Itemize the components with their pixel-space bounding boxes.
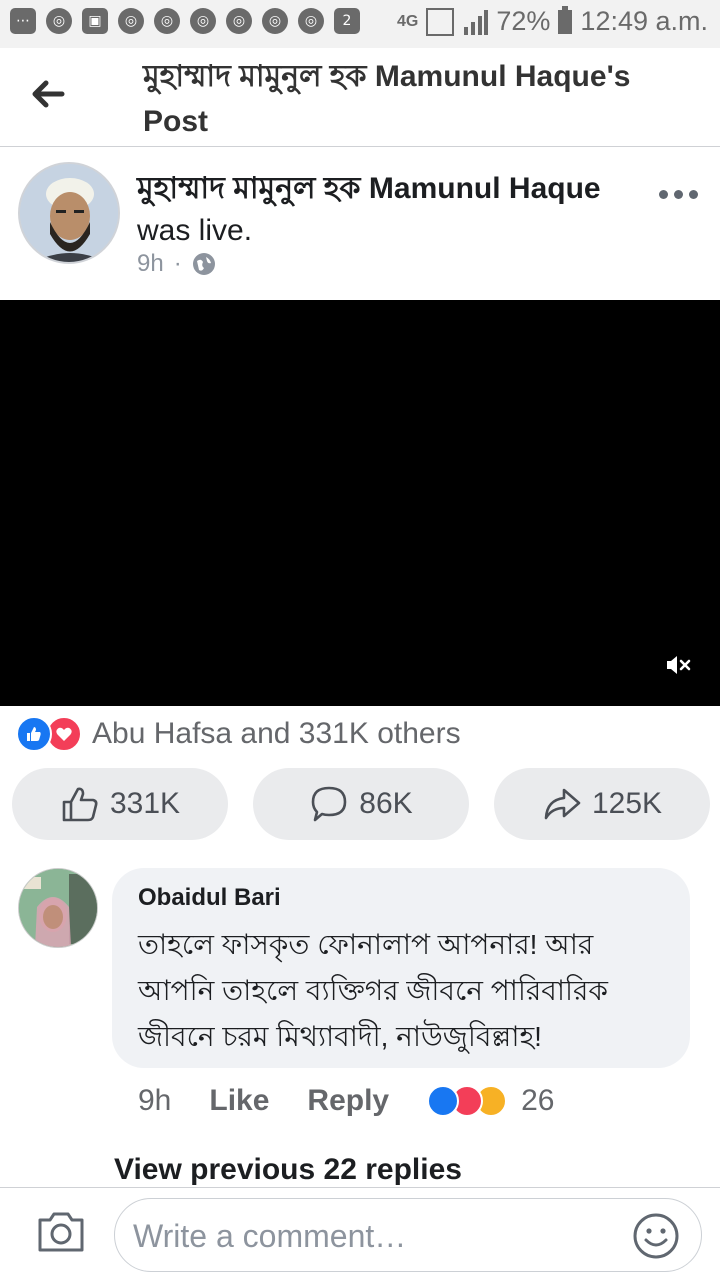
post-time[interactable]: 9h (137, 250, 164, 278)
live-video-player[interactable] (0, 300, 720, 706)
battery-icon (558, 5, 573, 34)
page-title: মুহাম্মাদ মামুনুল হক Mamunul Haque's Pos… (143, 60, 631, 138)
view-previous-replies-link[interactable]: View previous 22 replies (114, 1153, 462, 1187)
post-header-bar: মুহাম্মাদ মামুনুল হক Mamunul Haque's Pos… (0, 48, 720, 147)
battery-percent: 72% (496, 6, 551, 36)
author-name-en[interactable]: Mamunul Haque (369, 172, 601, 205)
chrome-icon: ◎ (298, 8, 324, 34)
back-arrow-icon[interactable] (26, 72, 70, 116)
emoji-icon[interactable] (633, 1213, 679, 1259)
chrome-icon: ◎ (262, 8, 288, 34)
commenter-name[interactable]: Obaidul Bari (138, 884, 664, 912)
messages-icon: ⋯ (10, 8, 36, 34)
comment-bubble[interactable]: Obaidul Bari তাহলে ফাসকৃত ফোনালাপ আপনার!… (112, 868, 690, 1068)
comment-time: 9h (138, 1084, 172, 1117)
post-action-text: was live. (137, 214, 253, 247)
share-count: 125K (591, 787, 663, 820)
comment-reaction-count[interactable]: 26 (521, 1084, 554, 1118)
comment-reply-button[interactable]: Reply (307, 1084, 389, 1118)
network-type: 4G (397, 12, 419, 30)
comment-meta: 9h Like Reply 26 (138, 1084, 554, 1118)
comment-composer (0, 1187, 720, 1281)
chrome-icon: ◎ (154, 8, 180, 34)
post-author-line: মুহাম্মাদ মামুনুল হক Mamunul Haque was l… (137, 168, 657, 252)
signal-icon (426, 7, 455, 36)
thumbs-up-icon (62, 787, 98, 822)
globe-icon (192, 253, 215, 275)
camera-icon[interactable] (36, 1210, 86, 1254)
reactions-summary[interactable]: Abu Hafsa and 331K others (16, 716, 461, 752)
reactions-summary-text: Abu Hafsa and 331K others (92, 717, 461, 750)
chrome-icon: ◎ (46, 8, 72, 34)
share-arrow-icon (544, 788, 581, 820)
notification-count-badge: 2 (334, 8, 360, 34)
like-count: 331K (109, 787, 181, 820)
profile-photo (20, 164, 118, 262)
chrome-icon: ◎ (118, 8, 144, 34)
comment-count: 86K (359, 787, 413, 820)
commenter-photo (19, 869, 97, 947)
more-options-icon[interactable] (659, 190, 698, 199)
author-avatar[interactable] (18, 162, 120, 264)
comment-button[interactable]: 86K (253, 768, 469, 840)
share-button[interactable]: 125K (494, 768, 710, 840)
comment-input[interactable] (131, 1199, 625, 1273)
chrome-icon: ◎ (190, 8, 216, 34)
comment-input-box[interactable] (114, 1198, 702, 1273)
post-meta: 9h · (137, 250, 216, 278)
signal-bars-icon (464, 9, 489, 35)
meta-separator: · (173, 250, 182, 277)
comment-text: তাহলে ফাসকৃত ফোনালাপ আপনার! আর আপনি তাহল… (138, 929, 608, 1052)
status-bar: ⋯ ◎ ▣ ◎ ◎ ◎ ◎ ◎ ◎ 2 4G 72% 12:49 a.m. (0, 0, 720, 48)
comment-bubble-icon (311, 786, 347, 822)
author-name-bn[interactable]: মুহাম্মাদ মামুনুল হক (137, 172, 361, 205)
like-reaction-icon (16, 716, 52, 752)
like-button[interactable]: 331K (12, 768, 228, 840)
post-actions: 331K 86K 125K (12, 768, 710, 840)
like-reaction-icon (427, 1085, 460, 1117)
gallery-icon: ▣ (82, 8, 108, 34)
system-status: 4G 72% 12:49 a.m. (397, 5, 708, 37)
muted-volume-icon[interactable] (666, 654, 692, 676)
clock: 12:49 a.m. (580, 6, 708, 36)
comment-like-button[interactable]: Like (209, 1084, 269, 1118)
commenter-avatar[interactable] (18, 868, 98, 948)
chrome-icon: ◎ (226, 8, 252, 34)
notification-icons: ⋯ ◎ ▣ ◎ ◎ ◎ ◎ ◎ ◎ 2 (10, 8, 360, 34)
